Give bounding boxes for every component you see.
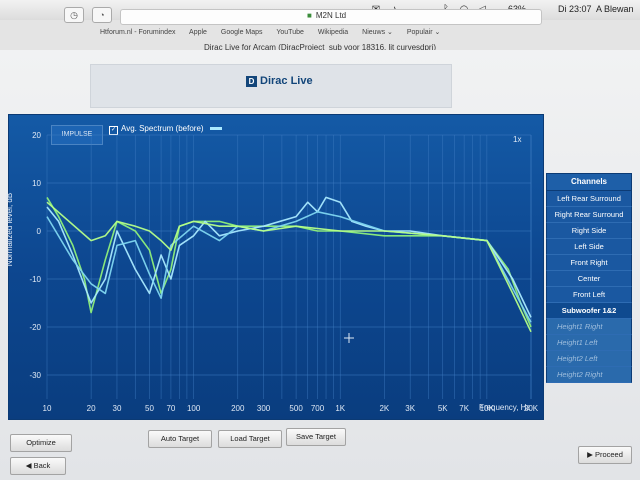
back-label: Back: [33, 461, 51, 470]
series-line: [46, 211, 532, 323]
reader-button[interactable]: ◔: [92, 7, 112, 23]
channel-item-disabled: Height2 Left: [546, 351, 632, 367]
channel-item[interactable]: Right Rear Surround: [546, 207, 632, 223]
x-tick-label: 30: [113, 404, 122, 413]
dirac-logo-icon: D: [246, 75, 257, 87]
series-line: [46, 201, 532, 333]
graph-panel: IMPULSE ✓ Avg. Spectrum (before) 1x Norma…: [5, 114, 544, 420]
history-button[interactable]: ◷: [64, 7, 84, 23]
x-tick-label: 300: [257, 404, 271, 413]
channel-item[interactable]: Left Side: [546, 239, 632, 255]
user-name[interactable]: A Blewan: [596, 4, 634, 14]
x-tick-label: 3K: [405, 404, 415, 413]
channel-item[interactable]: Left Rear Surround: [546, 191, 632, 207]
x-tick-label: 20: [87, 404, 96, 413]
address-bar[interactable]: ■ M2N Ltd: [120, 9, 542, 25]
channel-item-subwoofer[interactable]: Subwoofer 1&2: [546, 303, 632, 319]
bookmarks-bar: Htforum.nl - Forumindex Apple Google Map…: [100, 28, 452, 36]
proceed-button[interactable]: ▶ Proceed: [578, 446, 632, 464]
y-tick-label: -30: [29, 371, 41, 380]
x-tick-label: 7K: [459, 404, 469, 413]
channel-item[interactable]: Front Right: [546, 255, 632, 271]
x-tick-label: 2K: [379, 404, 389, 413]
bookmark-youtube[interactable]: YouTube: [276, 29, 304, 36]
y-tick-label: -20: [29, 323, 41, 332]
forward-arrow-icon: ▶: [587, 450, 595, 459]
x-tick-label: 70: [166, 404, 175, 413]
y-tick-label: 10: [32, 179, 41, 188]
series-line: [46, 196, 532, 328]
dirac-logo: D Dirac Live: [246, 75, 313, 87]
channel-item[interactable]: Center: [546, 271, 632, 287]
x-tick-label: 5K: [438, 404, 448, 413]
back-button[interactable]: ◀ Back: [10, 457, 66, 475]
proceed-label: Proceed: [594, 450, 623, 459]
series-line: [46, 196, 532, 318]
bookmark-nieuws[interactable]: Nieuws ⌄: [362, 29, 393, 36]
channel-item[interactable]: Front Left: [546, 287, 632, 303]
frequency-plot[interactable]: 20100-10-20-3010 20 30 50 70 100 200 300 500 700 1…: [9, 115, 543, 419]
logo-text: Dirac Live: [260, 75, 313, 87]
optimize-button[interactable]: Optimize: [10, 434, 72, 452]
bookmark-populair[interactable]: Populair ⌄: [407, 29, 441, 36]
browser-chrome: ◷ ◔ ■ M2N Ltd Htforum.nl - Forumindex Ap…: [0, 7, 640, 52]
y-tick-label: -10: [29, 275, 41, 284]
channel-item-disabled: Height2 Right: [546, 367, 632, 383]
channel-item-disabled: Height1 Right: [546, 319, 632, 335]
x-tick-label: 200: [231, 404, 245, 413]
channel-item[interactable]: Right Side: [546, 223, 632, 239]
channels-header: Channels: [546, 173, 632, 191]
bookmark-wikipedia[interactable]: Wikipedia: [318, 29, 348, 36]
bookmark-htforum[interactable]: Htforum.nl - Forumindex: [100, 29, 175, 36]
y-tick-label: 0: [37, 227, 42, 236]
auto-target-button[interactable]: Auto Target: [148, 430, 212, 448]
x-tick-label: 100: [187, 404, 201, 413]
back-arrow-icon: ◀: [25, 461, 34, 470]
x-tick-label: 10: [43, 404, 52, 413]
x-tick-label: 500: [289, 404, 303, 413]
bookmark-apple[interactable]: Apple: [189, 29, 207, 36]
x-tick-label: 50: [145, 404, 154, 413]
load-target-button[interactable]: Load Target: [218, 430, 282, 448]
clock[interactable]: Di 23:07: [558, 4, 592, 14]
x-tick-label: 1K: [335, 404, 345, 413]
y-tick-label: 20: [32, 131, 41, 140]
logo-band: D Dirac Live: [90, 64, 452, 108]
channel-item-disabled: Height1 Left: [546, 335, 632, 351]
x-tick-label: 700: [311, 404, 325, 413]
page: D Dirac Live IMPULSE ✓ Avg. Spectrum (befo…: [0, 50, 640, 480]
bookmark-google-maps[interactable]: Google Maps: [221, 29, 263, 36]
url-text: M2N Ltd: [315, 11, 347, 20]
save-target-button[interactable]: Save Target: [286, 428, 346, 446]
channels-panel: Channels Left Rear Surround Right Rear Su…: [546, 173, 632, 383]
x-axis-label: Frequency, Hz: [479, 403, 531, 412]
